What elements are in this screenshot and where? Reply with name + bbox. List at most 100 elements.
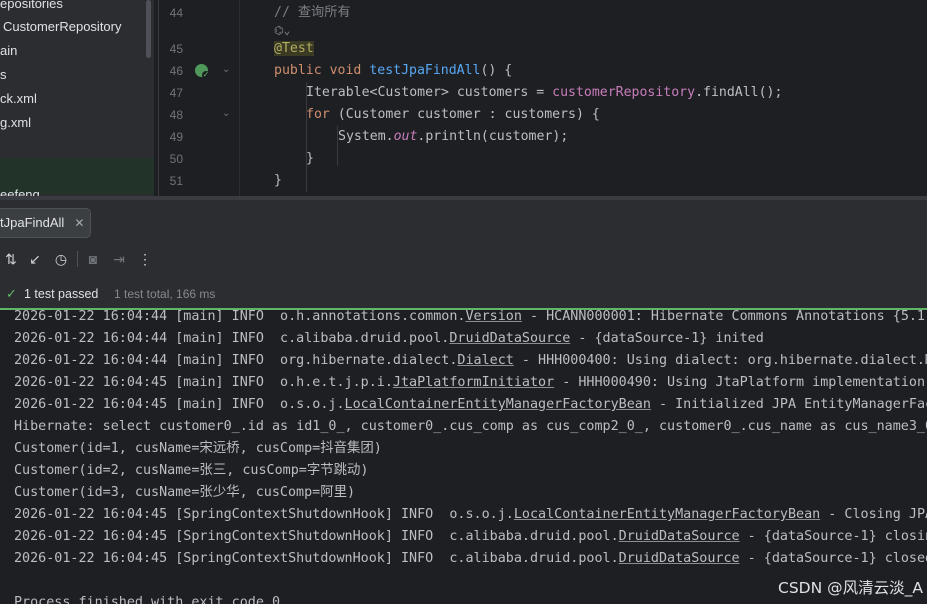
console-text: - {dataSource-1} closed [739,551,927,566]
line-number: 47 [169,86,183,100]
tree-item-customer-repository[interactable]: CustomerRepository [0,16,122,38]
history-icon[interactable]: ◷ [50,246,72,272]
console-text: - Closing JPA [820,507,927,522]
toolbar-separator [77,251,78,267]
console-line: 2026-01-22 16:04:44 [main] INFO c.alibab… [14,328,764,350]
code-line-51: } [274,173,282,188]
console-line: 2026-01-22 16:04:45 [main] INFO o.h.e.t.… [14,372,927,394]
keyword-token: public [274,63,322,78]
test-status-bar: ✓ 1 test passed 1 test total, 166 ms [0,280,927,308]
console-text: Customer(id=3, cusName=张少华, cusComp=阿里) [14,485,356,500]
console-text: 2026-01-22 16:04:44 [main] INFO o.h.anno… [14,310,466,324]
console-line: 2026-01-22 16:04:44 [main] INFO org.hibe… [14,350,927,372]
check-icon: ✓ [202,70,210,79]
code-line-50: } [306,151,314,166]
code-token: (Customer customer : customers) { [329,107,600,122]
console-text: 2026-01-22 16:04:45 [main] INFO o.s.o.j. [14,397,345,412]
gutter-divider [239,0,240,196]
console-text: Customer(id=1, cusName=宋远桥, cusComp=抖音集团… [14,441,382,456]
console-text: Process finished with exit code 0 [14,595,281,604]
console-text: - Initialized JPA EntityManagerFac [650,397,927,412]
console-text: - {dataSource-1} closin [739,529,927,544]
sort-icon[interactable]: ⇅ [0,246,22,272]
code-line-48: for (Customer customer : customers) { [306,104,600,126]
line-number: 44 [169,6,183,20]
line-number: 46 [169,64,183,78]
collapse-icon[interactable]: ↙ [24,246,46,272]
keyword-token: void [329,63,362,78]
annotation-token: @Test [274,41,314,56]
console-class-link[interactable]: DruidDataSource [619,551,740,566]
tree-scrollbar[interactable] [146,0,151,58]
tree-item-s[interactable]: s [0,64,7,86]
console-line: Customer(id=1, cusName=宋远桥, cusComp=抖音集团… [14,438,382,460]
console-class-link[interactable]: LocalContainerEntityManagerFactoryBean [345,397,651,412]
close-icon[interactable]: ✕ [74,216,84,230]
console-class-link[interactable]: DruidDataSource [619,529,740,544]
code-token: .findAll(); [695,85,783,100]
watermark: CSDN @风清云淡_A [778,579,923,597]
tests-passed-label: 1 test passed [24,287,99,301]
console-line: 2026-01-22 16:04:45 [SpringContextShutdo… [14,504,927,526]
console-class-link[interactable]: Dialect [457,353,513,368]
console-class-link[interactable]: Version [465,310,521,324]
console-text: - HHH000490: Using JtaPlatform implement… [554,375,927,390]
code-line-47: Iterable<Customer> customers = customerR… [306,82,782,104]
more-icon[interactable]: ⋮ [134,246,156,272]
tree-item-config-xml[interactable]: g.xml [0,112,31,134]
line-number: 51 [169,174,183,188]
tests-total-label: 1 test total, 166 ms [114,287,216,301]
code-token: .println(customer); [417,129,569,144]
fold-icon[interactable]: ⌄ [222,64,230,75]
console-text: 2026-01-22 16:04:44 [main] INFO org.hibe… [14,353,458,368]
console-output[interactable]: 2026-01-22 16:04:44 [main] INFO o.h.anno… [0,310,927,604]
static-field-token: out [393,129,418,144]
tree-item-main[interactable]: ain [0,40,17,62]
code-editor[interactable]: 44 45 46 47 48 49 50 51 ✓ ⌄ ⌄ // 查询所有 ⌬⌄… [158,0,927,196]
camera-icon[interactable]: ◙ [82,246,104,272]
console-line: 2026-01-22 16:04:45 [main] INFO o.s.o.j.… [14,394,927,416]
code-token: Iterable<Customer> customers = [306,85,553,100]
code-token: System. [338,129,394,144]
tree-item-logback-xml[interactable]: ck.xml [0,88,37,110]
console-text: 2026-01-22 16:04:45 [SpringContextShutdo… [14,507,514,522]
console-text: - HCANN000001: Hibernate Commons Annotat… [521,310,927,324]
console-line: Process finished with exit code 0 [14,592,280,604]
console-line: Customer(id=3, cusName=张少华, cusComp=阿里) [14,482,355,504]
console-text: 2026-01-22 16:04:45 [SpringContextShutdo… [14,551,619,566]
export-icon[interactable]: ⇥ [108,246,130,272]
method-name-token: testJpaFindAll [369,63,481,78]
fold-icon[interactable]: ⌄ [222,108,230,119]
console-text: Hibernate: select customer0_.id as id1_0… [14,419,927,434]
console-text: - {dataSource-1} inited [570,331,764,346]
code-line-46: public void testJpaFindAll() { [274,60,512,82]
project-tree: epositories CustomerRepository ain s ck.… [0,0,154,202]
console-text: 2026-01-22 16:04:45 [main] INFO o.h.e.t.… [14,375,393,390]
code-token: () { [480,63,513,78]
check-icon: ✓ [6,286,17,301]
code-line-49: System.out.println(customer); [338,126,568,148]
console-line: 2026-01-22 16:04:45 [SpringContextShutdo… [14,548,927,570]
tab-label: tJpaFindAll [0,215,65,230]
line-number: 48 [169,108,183,122]
console-text: 2026-01-22 16:04:44 [main] INFO c.alibab… [14,331,450,346]
console-class-link[interactable]: LocalContainerEntityManagerFactoryBean [514,507,820,522]
line-number: 50 [169,152,183,166]
tab-run-config[interactable]: tJpaFindAll ✕ [0,208,92,238]
console-line: Customer(id=2, cusName=张三, cusComp=字节跳动) [14,460,368,482]
console-text: - HHH000400: Using dialect: org.hibernat… [513,353,927,368]
console-line: Hibernate: select customer0_.id as id1_0… [14,416,927,438]
keyword-token: for [306,107,330,122]
console-line: 2026-01-22 16:04:44 [main] INFO o.h.anno… [14,310,927,328]
console-line: 2026-01-22 16:04:45 [SpringContextShutdo… [14,526,927,548]
console-class-link[interactable]: DruidDataSource [449,331,570,346]
console-text: Customer(id=2, cusName=张三, cusComp=字节跳动) [14,463,369,478]
tree-item-label: CustomerRepository [3,19,122,34]
console-class-link[interactable]: JtaPlatformInitiator [393,375,554,390]
tree-item-repositories[interactable]: epositories [0,0,63,15]
line-number: 45 [169,42,183,56]
field-token: customerRepository [552,85,696,100]
console-text: 2026-01-22 16:04:45 [SpringContextShutdo… [14,529,619,544]
code-line-45: @Test [274,38,314,60]
line-number: 49 [169,130,183,144]
